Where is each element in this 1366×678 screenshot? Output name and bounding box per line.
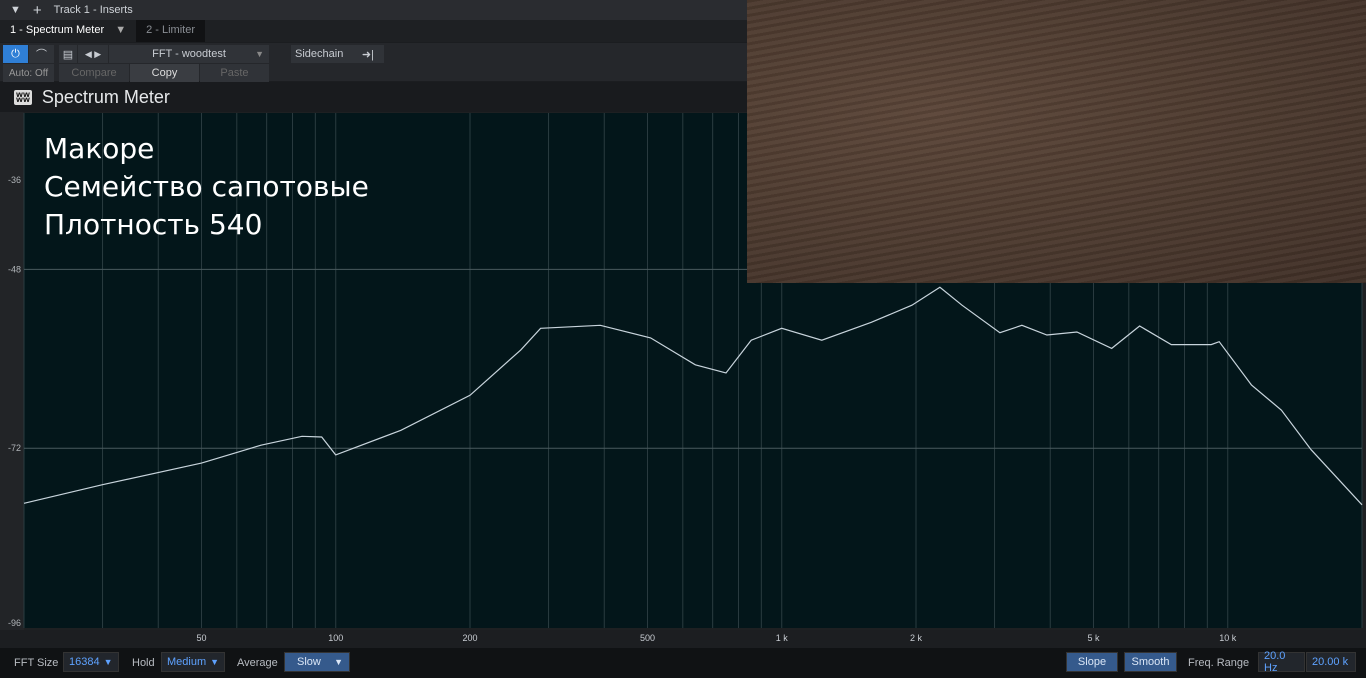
- y-tick-label: -72: [8, 443, 21, 453]
- average-label: Average: [237, 657, 278, 669]
- triangle-down-icon[interactable]: ▼: [10, 4, 21, 16]
- x-tick-label: 5 k: [1087, 633, 1100, 643]
- power-icon[interactable]: ⏻: [3, 45, 28, 63]
- average-select[interactable]: Slow ▼: [284, 652, 350, 672]
- x-tick-label: 2 k: [909, 633, 923, 643]
- hold-label: Hold: [132, 657, 155, 669]
- freq-range-max[interactable]: 20.00 k: [1306, 652, 1356, 672]
- footer-controls: FFT Size 16384 ▼ Hold Medium ▼ Average Slo…: [0, 648, 1366, 678]
- overlay-caption: Макоре Семейство сапотовые Плотность 540: [44, 130, 369, 244]
- smooth-button[interactable]: Smooth: [1124, 652, 1177, 672]
- x-tick-label: 50: [196, 633, 207, 643]
- preset-file-icon[interactable]: ▤: [59, 45, 77, 63]
- x-tick-label: 200: [462, 633, 478, 643]
- presonus-logo-icon: ʬʬ: [14, 89, 32, 105]
- freq-range-min[interactable]: 20.0 Hz: [1258, 650, 1305, 674]
- wood-density: Плотность 540: [44, 208, 263, 241]
- chevron-down-icon: ▼: [255, 49, 264, 59]
- preset-select[interactable]: FFT - woodtest ▼: [109, 45, 269, 63]
- copy-button[interactable]: Copy: [130, 64, 199, 82]
- x-tick-label: 10 k: [1219, 633, 1237, 643]
- y-tick-label: -36: [8, 175, 21, 185]
- wood-family: Семейство сапотовые: [44, 170, 369, 203]
- chevron-down-icon: ▼: [103, 657, 113, 667]
- preset-prev-next[interactable]: ◀ ▶: [78, 45, 108, 63]
- slope-button[interactable]: Slope: [1066, 652, 1118, 672]
- sidechain-button[interactable]: Sidechain ➜|: [291, 45, 384, 63]
- sidechain-arrow-icon: ➜|: [361, 48, 374, 61]
- plugin-title: Spectrum Meter: [41, 86, 170, 107]
- x-tick-label: 1 k: [775, 633, 788, 643]
- chevron-down-icon: ▼: [334, 657, 343, 667]
- automation-icon[interactable]: ⌒: [29, 45, 54, 63]
- chevron-down-icon: ▼: [210, 657, 220, 667]
- y-tick-label: -48: [8, 264, 21, 274]
- wood-name: Макоре: [44, 132, 155, 165]
- x-tick-label: 100: [328, 633, 344, 643]
- x-axis: 50 100 200 500 1 k 2 k 5 k 10 k: [0, 630, 1366, 648]
- wood-texture-image: [747, 0, 1366, 283]
- y-tick-label: -96: [8, 618, 21, 628]
- paste-button[interactable]: Paste: [200, 64, 269, 82]
- fft-size-select[interactable]: 16384 ▼: [63, 652, 119, 672]
- plus-icon[interactable]: +: [33, 2, 42, 19]
- fft-size-label: FFT Size: [14, 657, 59, 669]
- x-tick-label: 500: [639, 633, 655, 643]
- chevron-down-icon[interactable]: ▼: [115, 24, 126, 36]
- tab-limiter[interactable]: 2 - Limiter: [136, 20, 205, 42]
- freq-range-label: Freq. Range: [1188, 657, 1250, 669]
- y-axis-strip: [0, 112, 24, 630]
- compare-button[interactable]: Compare: [59, 64, 129, 82]
- header-title: Track 1 - Inserts: [53, 4, 133, 16]
- tab-spectrum-meter[interactable]: 1 - Spectrum Meter ▼: [0, 20, 137, 42]
- auto-off-button[interactable]: Auto: Off: [3, 64, 54, 82]
- hold-select[interactable]: Medium ▼: [161, 652, 226, 672]
